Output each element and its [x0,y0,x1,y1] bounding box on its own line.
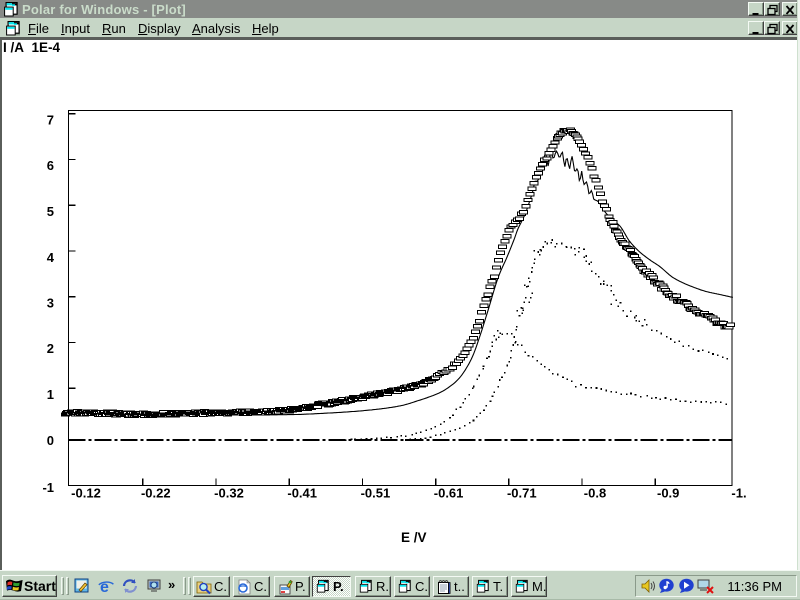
svg-text:-0.51: -0.51 [361,486,391,501]
svg-text:0: 0 [47,433,54,448]
svg-text:-0.12: -0.12 [71,486,101,501]
svg-text:1: 1 [47,387,54,402]
svg-text:-1.: -1. [731,486,746,501]
svg-text:-0.71: -0.71 [507,486,537,501]
svg-text:5: 5 [47,204,54,219]
svg-text:e: e [100,579,109,594]
svg-text:-0.61: -0.61 [434,486,464,501]
svg-text:3: 3 [47,296,54,311]
svg-text:-0.41: -0.41 [287,486,317,501]
svg-text:E /V: E /V [401,530,427,545]
svg-text:-1: -1 [42,480,54,495]
svg-text:7: 7 [47,113,54,128]
svg-text:4: 4 [47,250,55,265]
svg-text:-0.9: -0.9 [657,486,679,501]
svg-text:-0.22: -0.22 [141,486,171,501]
svg-text:I /A 1E-4: I /A 1E-4 [3,40,61,55]
svg-text:2: 2 [47,341,54,356]
svg-text:-0.32: -0.32 [214,486,244,501]
svg-text:6: 6 [47,158,54,173]
svg-text:-0.8: -0.8 [584,486,606,501]
